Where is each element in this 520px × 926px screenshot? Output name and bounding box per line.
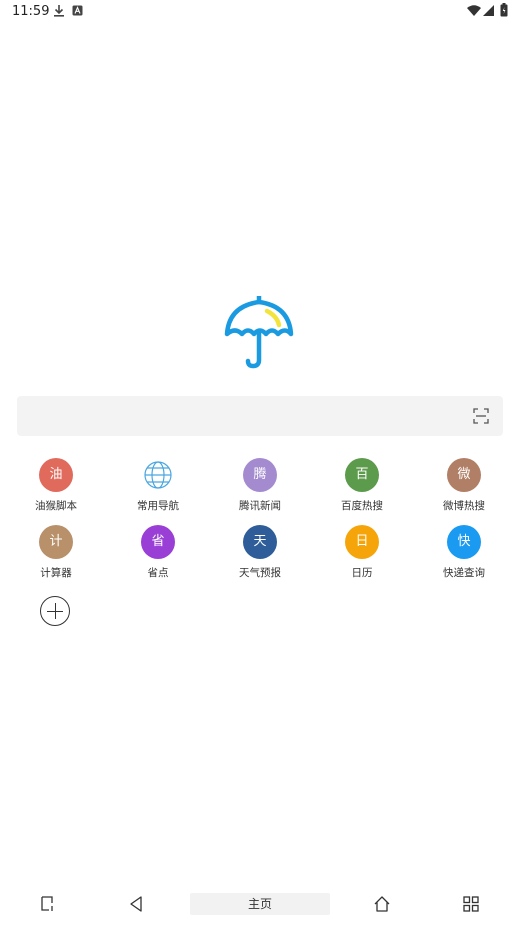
shortcut-tencent[interactable]: 腾腾讯新闻 bbox=[209, 458, 311, 520]
home-tab[interactable]: 主页 bbox=[190, 893, 330, 915]
download-icon bbox=[54, 5, 64, 17]
scan-qr-icon[interactable] bbox=[473, 408, 489, 424]
shortcut-label: 日历 bbox=[351, 567, 373, 579]
umbrella-logo bbox=[224, 296, 294, 369]
shortcut-label: 天气预报 bbox=[239, 567, 281, 579]
shortcut-youhou[interactable]: 油油猴脚本 bbox=[5, 458, 107, 520]
battery-icon bbox=[500, 3, 508, 17]
shortcut-calendar[interactable]: 日日历 bbox=[311, 525, 413, 587]
signal-icon bbox=[483, 5, 494, 16]
tabs-icon[interactable] bbox=[38, 894, 58, 914]
shortcut-label: 腾讯新闻 bbox=[239, 500, 281, 512]
search-bar[interactable] bbox=[17, 396, 503, 436]
shortcut-icon: 省 bbox=[141, 525, 175, 559]
shortcut-icon: 日 bbox=[345, 525, 379, 559]
shortcut-weibo[interactable]: 微微博热搜 bbox=[413, 458, 515, 520]
shortcut-icon: 腾 bbox=[243, 458, 277, 492]
shortcut-express[interactable]: 快快递查询 bbox=[413, 525, 515, 587]
search-input[interactable] bbox=[27, 396, 463, 436]
shortcut-nav[interactable]: 常用导航 bbox=[107, 458, 209, 520]
add-shortcut-button[interactable] bbox=[40, 596, 70, 626]
shortcut-label: 快递查询 bbox=[443, 567, 485, 579]
home-icon[interactable] bbox=[372, 894, 392, 914]
status-bar: 11:59 bbox=[0, 0, 520, 24]
shortcut-label: 计算器 bbox=[40, 567, 72, 579]
shortcut-icon: 百 bbox=[345, 458, 379, 492]
back-icon[interactable] bbox=[126, 894, 146, 914]
shortcut-icon: 快 bbox=[447, 525, 481, 559]
shortcut-icon: 油 bbox=[39, 458, 73, 492]
bottom-toolbar: 主页 bbox=[0, 884, 520, 924]
shortcut-icon: 计 bbox=[39, 525, 73, 559]
shortcut-weather[interactable]: 天天气预报 bbox=[209, 525, 311, 587]
shortcut-baidu[interactable]: 百百度热搜 bbox=[311, 458, 413, 520]
shortcut-label: 省点 bbox=[147, 567, 169, 579]
shortcut-label: 油猴脚本 bbox=[35, 500, 77, 512]
globe-icon bbox=[141, 458, 175, 492]
shortcut-shengdian[interactable]: 省省点 bbox=[107, 525, 209, 587]
shortcut-label: 百度热搜 bbox=[341, 500, 383, 512]
notification-a-icon bbox=[72, 5, 83, 16]
shortcut-icon: 天 bbox=[243, 525, 277, 559]
shortcut-calc[interactable]: 计计算器 bbox=[5, 525, 107, 587]
shortcut-label: 常用导航 bbox=[137, 500, 179, 512]
shortcut-label: 微博热搜 bbox=[443, 500, 485, 512]
wifi-icon bbox=[467, 5, 481, 16]
shortcut-icon: 微 bbox=[447, 458, 481, 492]
status-time: 11:59 bbox=[12, 4, 50, 19]
menu-grid-icon[interactable] bbox=[461, 894, 481, 914]
